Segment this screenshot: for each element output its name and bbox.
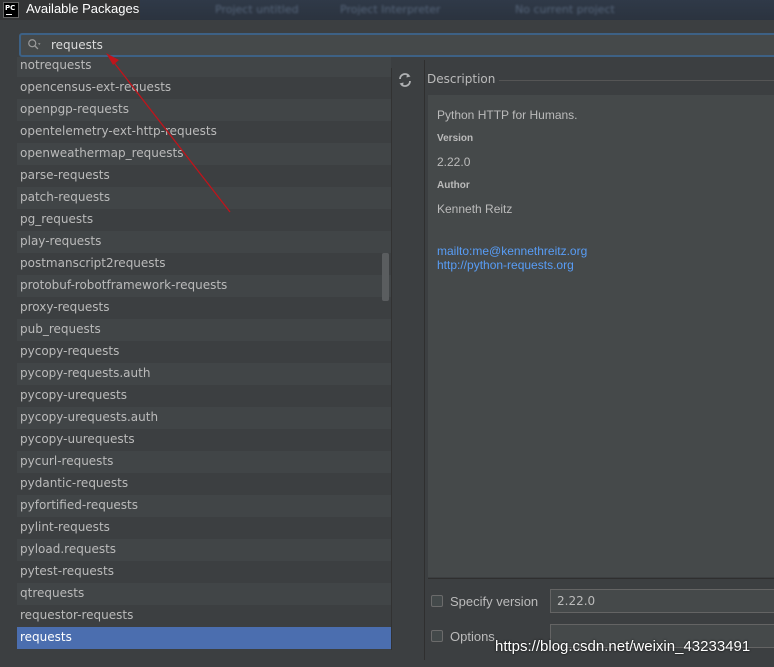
header-rule: [499, 80, 774, 81]
package-row[interactable]: pg_requests: [17, 209, 391, 231]
homepage-link[interactable]: http://python-requests.org: [437, 258, 574, 272]
version-input[interactable]: [551, 590, 763, 612]
package-row[interactable]: parse-requests: [17, 165, 391, 187]
title-bar[interactable]: Project untitled Project Interpreter No …: [0, 0, 774, 20]
window-title: Available Packages: [26, 1, 140, 16]
package-row[interactable]: pub_requests: [17, 319, 391, 341]
package-row[interactable]: pycopy-requests.auth: [17, 363, 391, 385]
search-input[interactable]: [51, 36, 751, 54]
package-row[interactable]: requests: [17, 627, 391, 649]
author-value: Kenneth Reitz: [437, 202, 513, 216]
package-row[interactable]: pydantic-requests: [17, 473, 391, 495]
specify-version-checkbox[interactable]: [431, 595, 443, 607]
package-row[interactable]: pyfortified-requests: [17, 495, 391, 517]
list-scrollbar[interactable]: [382, 253, 389, 301]
package-row[interactable]: requestor-requests: [17, 605, 391, 627]
version-value: 2.22.0: [437, 155, 471, 169]
package-row[interactable]: openpgp-requests: [17, 99, 391, 121]
package-row[interactable]: qtrequests: [17, 583, 391, 605]
package-row[interactable]: opencensus-ext-requests: [17, 77, 391, 99]
description-pane: Python HTTP for Humans. Version 2.22.0 A…: [428, 95, 774, 577]
package-row[interactable]: protobuf-robotframework-requests: [17, 275, 391, 297]
package-row[interactable]: pycopy-uurequests: [17, 429, 391, 451]
watermark-text: https://blog.csdn.net/weixin_43233491: [495, 638, 751, 655]
package-search-box[interactable]: [19, 33, 774, 57]
background-tab: Project Interpreter: [340, 3, 441, 16]
background-tab: No current project: [515, 3, 615, 16]
package-row[interactable]: patch-requests: [17, 187, 391, 209]
search-icon[interactable]: [27, 38, 41, 52]
description-title: Description: [427, 72, 496, 86]
background-tab: Project untitled: [215, 3, 299, 16]
refresh-icon[interactable]: [397, 72, 413, 88]
package-row[interactable]: openweathermap_requests: [17, 143, 391, 165]
package-row[interactable]: pycopy-urequests: [17, 385, 391, 407]
email-link[interactable]: mailto:me@kennethreitz.org: [437, 244, 587, 258]
package-row[interactable]: pyload.requests: [17, 539, 391, 561]
options-label[interactable]: Options: [450, 629, 495, 644]
package-row[interactable]: pycopy-requests: [17, 341, 391, 363]
author-label: Author: [437, 180, 470, 191]
list-toolbar: [391, 68, 418, 650]
package-row[interactable]: pycurl-requests: [17, 451, 391, 473]
package-summary: Python HTTP for Humans.: [437, 108, 578, 122]
specify-version-label[interactable]: Specify version: [450, 594, 538, 609]
package-list[interactable]: notrequests opencensus-ext-requests openpg…: [17, 57, 391, 650]
app-icon-text: PC: [5, 4, 16, 12]
package-row[interactable]: postmanscript2requests: [17, 253, 391, 275]
description-header: Description: [427, 72, 774, 90]
package-row[interactable]: pytest-requests: [17, 561, 391, 583]
package-row[interactable]: notrequests: [17, 57, 391, 77]
options-separator: [428, 578, 774, 579]
package-row[interactable]: play-requests: [17, 231, 391, 253]
version-field[interactable]: [550, 589, 774, 613]
pycharm-icon: PC: [3, 2, 19, 18]
package-row[interactable]: pylint-requests: [17, 517, 391, 539]
package-row[interactable]: proxy-requests: [17, 297, 391, 319]
version-label: Version: [437, 133, 474, 144]
package-row[interactable]: opentelemetry-ext-http-requests: [17, 121, 391, 143]
package-row[interactable]: pycopy-urequests.auth: [17, 407, 391, 429]
panel-divider[interactable]: [424, 60, 425, 660]
options-checkbox[interactable]: [431, 630, 443, 642]
